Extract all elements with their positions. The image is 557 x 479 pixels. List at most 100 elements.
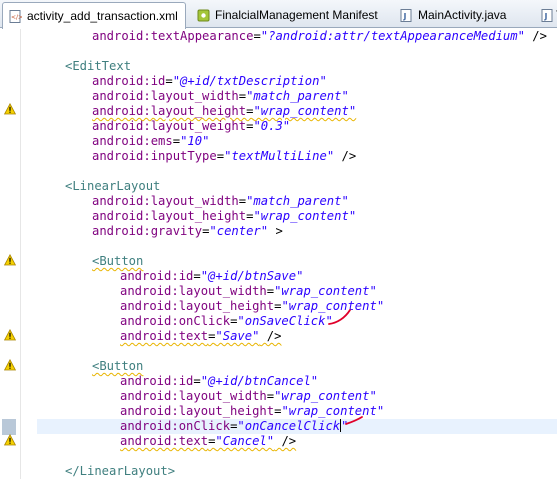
close-tab-icon[interactable]: ×	[185, 10, 186, 22]
attribute-value: "Cancel"	[215, 434, 275, 448]
attribute-name: android:inputType	[92, 149, 217, 163]
code-line: <EditText	[0, 59, 557, 74]
code-line: android:layout_height="wrap_content"	[0, 209, 557, 224]
warning-icon[interactable]	[4, 254, 16, 266]
tab-label: activity_add_transaction.xml	[27, 9, 178, 23]
svg-text:J: J	[403, 12, 407, 21]
attribute-name: android:layout_width	[120, 284, 267, 298]
code-line: android:text="Cancel" />	[0, 434, 557, 449]
code-line: android:id="@+id/txtDescription"	[0, 74, 557, 89]
code-line: android:text="Save" />	[0, 329, 557, 344]
tag-linearlayout: <LinearLayout	[65, 179, 161, 193]
attribute-name: android:layout_width	[92, 89, 239, 103]
java-file-icon: J	[541, 8, 554, 22]
attribute-value: "Save"	[215, 329, 260, 343]
code-line: android:gravity="center" >	[0, 224, 557, 239]
code-editor[interactable]: android:textAppearance="?android:attr/te…	[0, 29, 557, 479]
red-annotation-mark	[328, 309, 351, 325]
attribute-name: android:textAppearance	[92, 29, 254, 43]
code-line: android:ems="10"	[0, 134, 557, 149]
attribute-name: android:id	[120, 374, 194, 388]
attribute-name: android:layout_height	[92, 104, 247, 118]
attribute-name: android:layout_height	[92, 209, 247, 223]
attribute-name: android:id	[92, 74, 166, 88]
tag-linearlayout-close: </LinearLayout>	[65, 464, 176, 478]
equals: =	[193, 269, 201, 283]
attribute-value: "10"	[180, 134, 210, 148]
tab-mainactivity-java[interactable]: J MainActivity.java	[394, 2, 539, 28]
attribute-value: "onSaveClick"	[237, 314, 333, 328]
attribute-name: android:layout_width	[92, 194, 239, 208]
code-line: android:id="@+id/btnSave"	[0, 269, 557, 284]
attribute-name: android:ems	[92, 134, 173, 148]
code-line: android:layout_width="wrap_content"	[0, 284, 557, 299]
equals: =	[193, 374, 201, 388]
code-line: android:layout_width="wrap_content"	[0, 389, 557, 404]
warning-icon[interactable]	[4, 434, 16, 446]
equals: =	[216, 149, 225, 163]
code-line: android:textAppearance="?android:attr/te…	[0, 29, 557, 44]
code-line: <LinearLayout	[0, 179, 557, 194]
java-file-icon: J	[400, 8, 413, 22]
attribute-name: android:onClick	[120, 419, 231, 433]
attribute-value: "wrap_content"	[253, 104, 357, 118]
tag-button: <Button	[92, 359, 144, 373]
tab-manifest[interactable]: FinalcialManagement Manifest	[191, 2, 388, 28]
attribute-value: "onCancelClick	[237, 419, 341, 433]
attribute-value: "match_parent"	[246, 89, 349, 103]
editor-tab-bar: </> activity_add_transaction.xml × Final…	[0, 0, 557, 29]
tab-label: FinalcialManagement Manifest	[215, 8, 378, 22]
tag-end: />	[334, 149, 357, 163]
attribute-value: "wrap_content"	[253, 209, 357, 223]
code-line: android:layout_height="wrap_content"	[0, 299, 557, 314]
attribute-value: "@+id/btnSave"	[200, 269, 304, 283]
tab-activity-add-transaction-xml[interactable]: </> activity_add_transaction.xml ×	[2, 2, 186, 29]
code-line: android:layout_width="match_parent"	[0, 194, 557, 209]
attribute-value: "center"	[209, 224, 269, 238]
attribute-name: android:layout_width	[120, 389, 267, 403]
code-line: <Button	[0, 359, 557, 374]
current-code-line: android:onClick="onCancelClick"	[37, 419, 557, 434]
equals: =	[238, 194, 247, 208]
warning-icon[interactable]	[4, 329, 16, 341]
attribute-name: android:layout_height	[120, 404, 275, 418]
warning-icon[interactable]	[4, 103, 16, 115]
tag-end: />	[524, 29, 547, 43]
tag-edittext: <EditText	[65, 59, 132, 73]
attribute-name: android:id	[120, 269, 194, 283]
occurrence-marker	[2, 419, 16, 435]
attribute-value: "@+id/btnCancel"	[200, 374, 319, 388]
code-line: android:inputType="textMultiLine" />	[0, 149, 557, 164]
tag-end: />	[274, 434, 297, 448]
attribute-value: "textMultiLine"	[224, 149, 335, 163]
equals: =	[172, 134, 181, 148]
attribute-value: "wrap_content"	[274, 284, 377, 298]
attribute-value: "wrap_content"	[281, 404, 385, 418]
code-line: </LinearLayout>	[0, 464, 557, 479]
svg-text:J: J	[544, 12, 548, 21]
tab-overflow[interactable]: J T	[539, 2, 557, 28]
tag-end: />	[259, 329, 282, 343]
code-line: <Button	[0, 254, 557, 269]
equals: =	[165, 74, 173, 88]
attribute-value: "match_parent"	[246, 194, 349, 208]
attribute-value: "0.3"	[253, 119, 291, 133]
equals: =	[266, 284, 275, 298]
attribute-name: android:onClick	[120, 314, 231, 328]
code-line: android:layout_height="wrap_content"	[0, 104, 557, 119]
attribute-value: "@+id/txtDescription"	[172, 74, 327, 88]
code-line: android:id="@+id/btnCancel"	[0, 374, 557, 389]
attribute-name: android:layout_weight	[92, 119, 247, 133]
tag-end: >	[268, 224, 283, 238]
attribute-name: android:text	[120, 434, 209, 448]
attribute-name: android:text	[120, 329, 209, 343]
code-line: android:layout_weight="0.3"	[0, 119, 557, 134]
manifest-file-icon	[197, 9, 210, 22]
attribute-name: android:layout_height	[120, 299, 275, 313]
code-line: android:onClick="onSaveClick"	[0, 314, 557, 329]
tag-button: <Button	[92, 254, 144, 268]
equals: =	[266, 389, 275, 403]
warning-icon[interactable]	[4, 359, 16, 371]
attribute-value: "?android:attr/textAppearanceMedium"	[260, 29, 525, 43]
equals: =	[253, 29, 261, 43]
